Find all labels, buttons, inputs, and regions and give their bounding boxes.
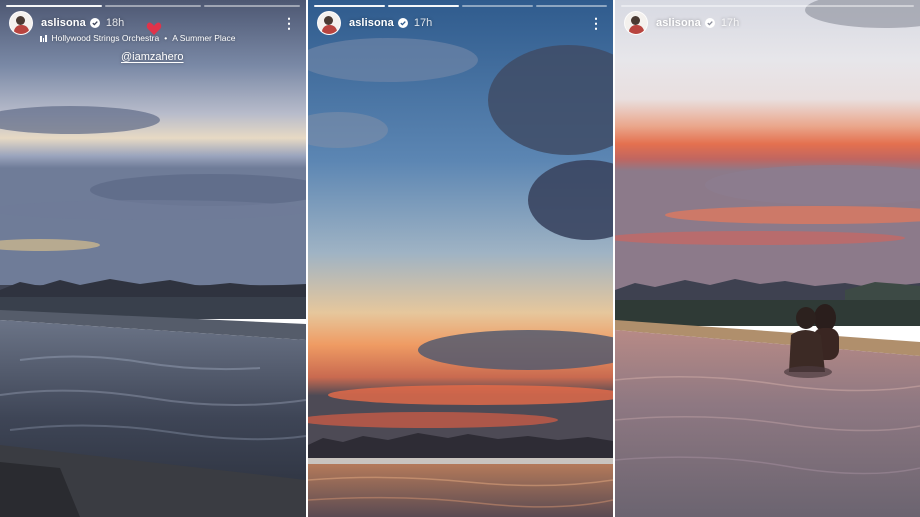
story-header: aslisona 17h ⋮ [317, 10, 603, 36]
story-progress-bar [6, 5, 300, 7]
progress-segment [621, 5, 914, 7]
username[interactable]: aslisona [41, 17, 86, 29]
username[interactable]: aslisona [656, 17, 701, 29]
more-options-icon[interactable]: ⋮ [589, 16, 603, 30]
more-options-icon[interactable]: ⋮ [282, 16, 296, 30]
story-panel-1[interactable]: aslisona 18h ⋮ Hollywood Strings Orchest… [0, 0, 306, 517]
story-panel-3[interactable]: aslisona 17h [615, 0, 920, 517]
verified-badge-icon [704, 18, 715, 28]
avatar[interactable] [9, 11, 33, 35]
progress-segment [536, 5, 607, 7]
story-progress-bar [621, 5, 914, 7]
story-collage: aslisona 18h ⋮ Hollywood Strings Orchest… [0, 0, 920, 517]
progress-segment [462, 5, 533, 7]
story-time: 17h [720, 17, 740, 29]
music-separator: • [164, 33, 168, 43]
music-artist: Hollywood Strings Orchestra [51, 33, 160, 43]
music-note-icon [40, 34, 47, 42]
story-time: 18h [105, 17, 125, 29]
progress-segment [105, 5, 201, 7]
username[interactable]: aslisona [349, 17, 394, 29]
story-photo-3 [615, 0, 920, 517]
progress-segment [6, 5, 102, 7]
progress-segment [204, 5, 300, 7]
avatar[interactable] [624, 11, 648, 35]
music-track: A Summer Place [172, 33, 236, 43]
music-attribution[interactable]: Hollywood Strings Orchestra • A Summer P… [40, 33, 236, 43]
story-panel-2[interactable]: aslisona 17h ⋮ [308, 0, 613, 517]
story-header: aslisona 17h [624, 10, 910, 36]
story-photo-2 [308, 0, 613, 517]
mention-link[interactable]: @iamzahero [121, 50, 184, 64]
avatar[interactable] [317, 11, 341, 35]
verified-badge-icon [89, 18, 100, 28]
progress-segment [314, 5, 385, 7]
progress-segment [388, 5, 459, 7]
story-photo-1 [0, 0, 306, 517]
heart-sticker-icon [146, 22, 162, 35]
story-progress-bar [314, 5, 607, 7]
verified-badge-icon [397, 18, 408, 28]
story-time: 17h [413, 17, 433, 29]
